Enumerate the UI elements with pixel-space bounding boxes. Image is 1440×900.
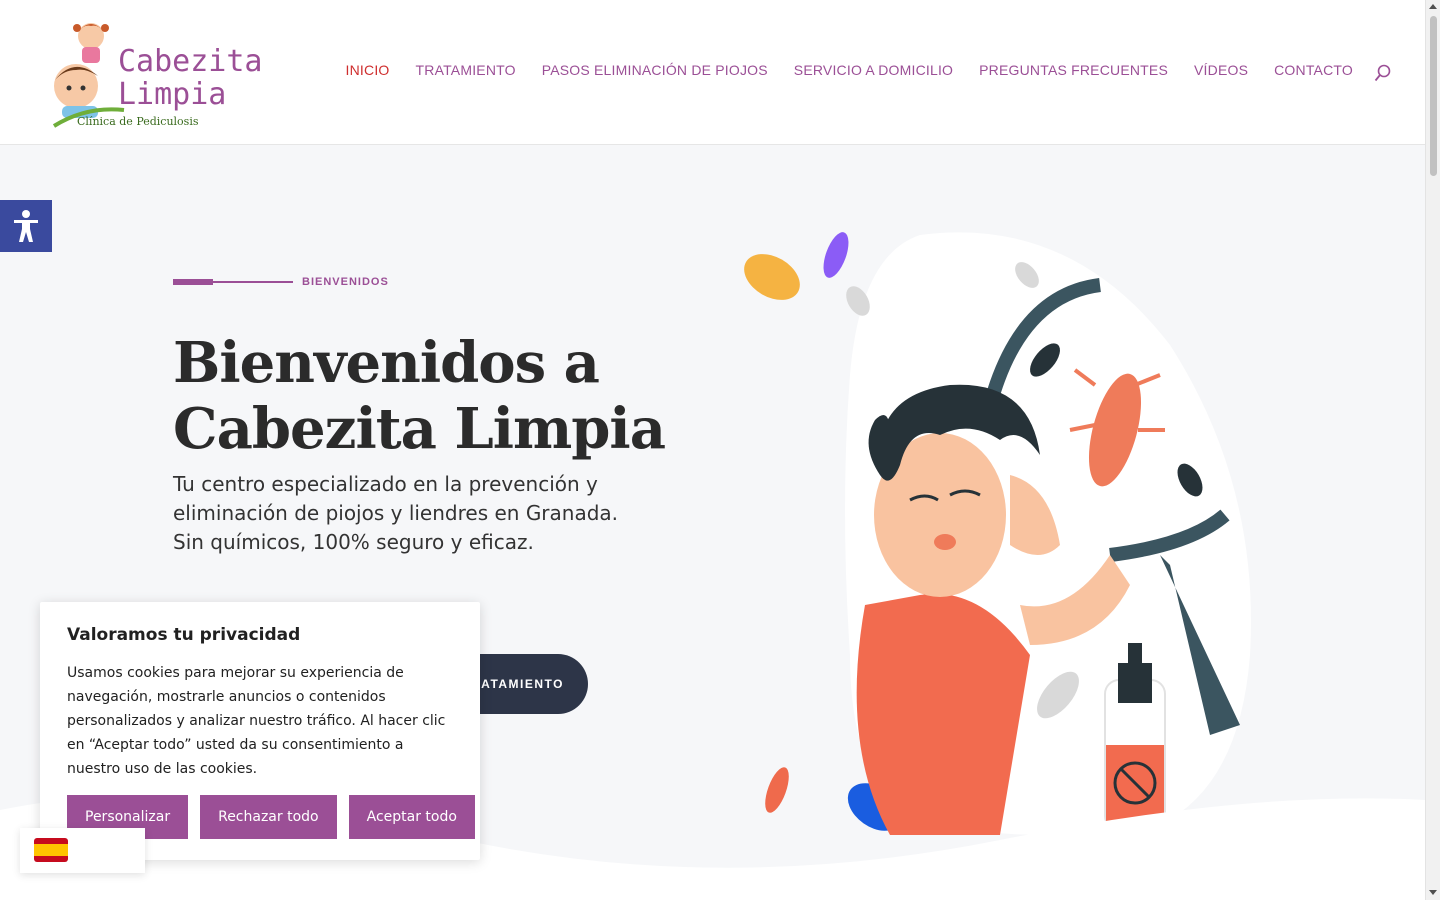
scroll-thumb[interactable] <box>1430 16 1437 176</box>
cookie-consent-banner: Valoramos tu privacidad Usamos cookies p… <box>40 602 480 860</box>
hero-subtitle: Tu centro especializado en la prevención… <box>173 472 619 554</box>
nav-item-inicio[interactable]: INICIO <box>346 62 390 78</box>
reject-all-button[interactable]: Rechazar todo <box>200 795 337 839</box>
logo-name-line1: Cabezita <box>118 44 263 79</box>
hero-illustration <box>744 232 1251 836</box>
eyebrow-accent <box>173 279 213 285</box>
main-nav: INICIO TRATAMIENTO PASOS ELIMINACIÓN DE … <box>346 62 1353 78</box>
spain-flag-icon <box>34 838 68 862</box>
logo-name-line2: Limpia <box>118 77 227 112</box>
site-logo[interactable]: Cabezita Limpia Clínica de Pediculosis <box>46 14 286 132</box>
site-header: Cabezita Limpia Clínica de Pediculosis I… <box>0 0 1425 145</box>
accessibility-button[interactable] <box>0 200 52 252</box>
hero-title: Bienvenidos a Cabezita Limpia <box>173 330 666 462</box>
nav-item-preguntas[interactable]: PREGUNTAS FRECUENTES <box>979 62 1168 78</box>
scroll-down-arrow-icon[interactable] <box>1429 890 1437 895</box>
scroll-up-arrow-icon[interactable] <box>1429 4 1437 9</box>
treatment-button-label: RATAMIENTO <box>471 677 564 691</box>
page-scrollbar[interactable] <box>1425 0 1440 900</box>
nav-item-tratamiento[interactable]: TRATAMIENTO <box>416 62 516 78</box>
nav-item-contacto[interactable]: CONTACTO <box>1274 62 1353 78</box>
cookie-title: Valoramos tu privacidad <box>67 625 301 645</box>
accessibility-icon <box>14 210 38 242</box>
accept-all-button[interactable]: Aceptar todo <box>348 795 475 839</box>
nav-item-pasos[interactable]: PASOS ELIMINACIÓN DE PIOJOS <box>542 62 768 78</box>
logo-tagline: Clínica de Pediculosis <box>77 115 199 128</box>
nav-item-servicio-domicilio[interactable]: SERVICIO A DOMICILIO <box>794 62 953 78</box>
search-icon[interactable] <box>1374 64 1392 82</box>
nav-item-videos[interactable]: VÍDEOS <box>1194 62 1248 78</box>
hero-eyebrow: BIENVENIDOS <box>302 276 389 288</box>
cookie-text: Usamos cookies para mejorar su experienc… <box>67 665 446 777</box>
language-switcher[interactable] <box>20 828 145 873</box>
